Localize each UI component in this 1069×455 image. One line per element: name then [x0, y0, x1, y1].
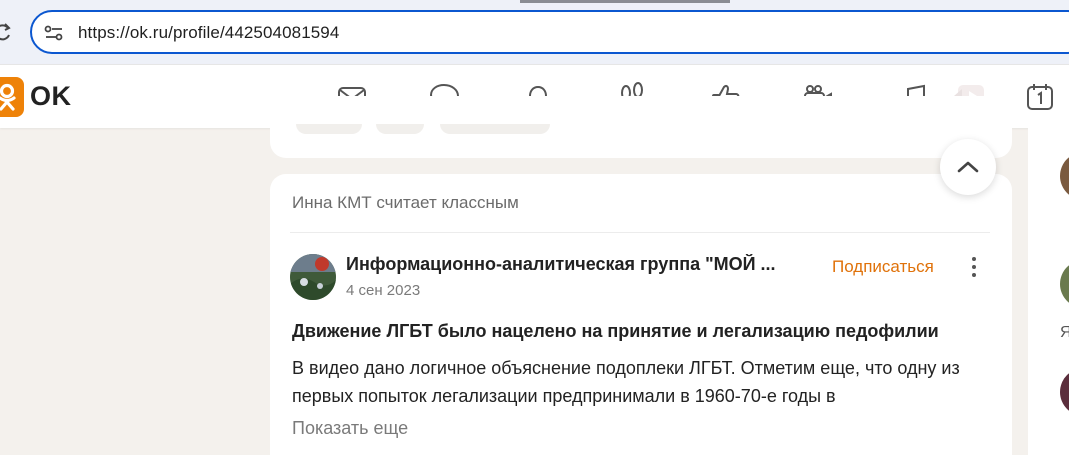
scroll-to-top-button[interactable] [940, 139, 996, 195]
group-avatar[interactable] [290, 254, 336, 300]
chevron-up-icon [957, 161, 979, 173]
previous-post-card [270, 96, 1012, 158]
post-date[interactable]: 4 сен 2023 [346, 282, 420, 299]
group-name-link[interactable]: Информационно-аналитическая группа "МОЙ … [346, 254, 816, 275]
browser-toolbar: https://ok.ru/profile/442504081594 [0, 0, 1069, 64]
post-text: В видео дано логичное объяснение подопле… [292, 358, 960, 406]
reaction-pill[interactable] [296, 124, 362, 134]
subscribe-button[interactable]: Подписаться [832, 257, 934, 277]
friend-avatar[interactable] [1060, 368, 1069, 416]
tab-strip-indicator [520, 0, 730, 3]
post-title[interactable]: Движение ЛГБТ было нацелено на принятие … [292, 321, 939, 342]
brand-wordmark[interactable]: OK [30, 81, 72, 112]
reaction-pill[interactable] [440, 124, 550, 134]
calendar-icon[interactable] [1024, 81, 1056, 113]
liked-by-line[interactable]: Инна КМТ считает классным [292, 193, 519, 213]
address-bar[interactable]: https://ok.ru/profile/442504081594 [30, 10, 1069, 54]
url-text[interactable]: https://ok.ru/profile/442504081594 [78, 23, 339, 43]
feed-post-card: Инна КМТ считает классным Информационно-… [270, 174, 1012, 455]
friend-avatar[interactable] [1060, 260, 1069, 308]
more-options-icon[interactable] [964, 255, 984, 279]
right-sidebar: Я [1028, 128, 1069, 455]
friend-name-partial[interactable]: Я [1060, 324, 1069, 342]
reaction-pill[interactable] [376, 124, 424, 134]
site-info-icon[interactable] [44, 24, 64, 42]
show-more-link[interactable]: Показать еще [292, 418, 408, 439]
reload-icon[interactable] [0, 22, 12, 42]
friend-avatar[interactable] [1060, 152, 1069, 200]
ok-logo-icon[interactable] [0, 77, 24, 117]
divider [290, 232, 990, 233]
